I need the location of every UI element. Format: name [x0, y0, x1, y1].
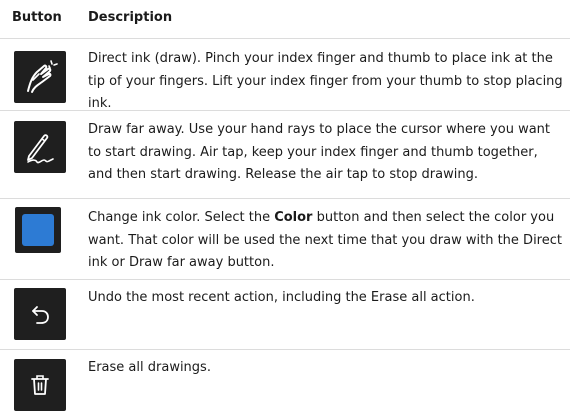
table-header: Button Description — [0, 0, 570, 38]
row-description: Undo the most recent action, including t… — [88, 290, 475, 305]
table-row-direct-ink: Direct ink (draw). Pinch your index fing… — [0, 39, 570, 111]
row-description: Draw far away. Use your hand rays to pla… — [88, 122, 551, 182]
header-button: Button — [12, 10, 62, 25]
table-row-draw-far-away: Draw far away. Use your hand rays to pla… — [0, 111, 570, 197]
header-description: Description — [88, 10, 173, 25]
table-row-undo: Undo the most recent action, including t… — [0, 280, 570, 348]
color-swatch — [22, 214, 54, 246]
draw-far-away-icon[interactable] — [14, 121, 66, 173]
table-row-ink-color: Change ink color. Select the Color butto… — [0, 199, 570, 279]
direct-ink-icon[interactable] — [14, 51, 66, 103]
description-text: Change ink color. Select the — [88, 210, 275, 225]
row-description: Change ink color. Select the Color butto… — [88, 207, 563, 275]
undo-icon[interactable] — [14, 288, 66, 340]
table-row-erase-all: Erase all drawings. — [0, 350, 570, 416]
color-button-reference: Color — [274, 210, 313, 225]
trash-icon[interactable] — [14, 359, 66, 411]
row-description: Direct ink (draw). Pinch your index fing… — [88, 51, 563, 111]
ink-color-icon[interactable] — [15, 207, 61, 253]
row-description: Erase all drawings. — [88, 360, 211, 375]
